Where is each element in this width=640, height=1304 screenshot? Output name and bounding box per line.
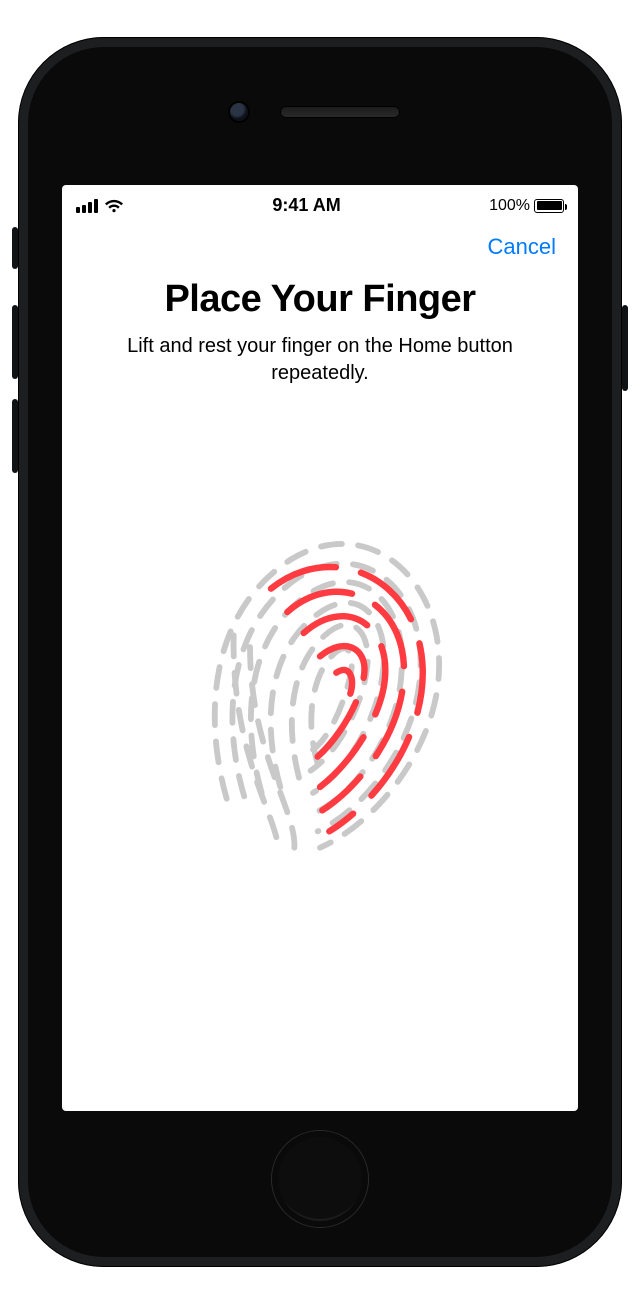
volume-up-button xyxy=(12,305,18,379)
cellular-signal-icon xyxy=(76,199,98,213)
screen: 9:41 AM 100% Cancel xyxy=(62,185,578,1111)
phone-frame: 9:41 AM 100% Cancel xyxy=(18,37,622,1267)
battery-indicator: 100% xyxy=(489,197,564,215)
fingerprint-graphic xyxy=(90,507,550,857)
page-title: Place Your Finger xyxy=(90,278,550,321)
page-subtitle: Lift and rest your finger on the Home bu… xyxy=(110,333,530,387)
wifi-icon xyxy=(104,199,124,213)
status-time: 9:41 AM xyxy=(272,195,340,216)
cancel-button[interactable]: Cancel xyxy=(484,228,560,266)
sensor-group xyxy=(28,103,612,121)
volume-down-button xyxy=(12,399,18,473)
phone-bezel: 9:41 AM 100% Cancel xyxy=(28,47,612,1257)
stage: 9:41 AM 100% Cancel xyxy=(0,0,640,1304)
mute-switch xyxy=(12,227,18,269)
home-button[interactable] xyxy=(272,1131,368,1227)
power-button xyxy=(622,305,628,391)
content: Place Your Finger Lift and rest your fin… xyxy=(62,268,578,857)
battery-label: 100% xyxy=(489,197,530,215)
status-bar: 9:41 AM 100% xyxy=(62,185,578,222)
earpiece-icon xyxy=(280,106,400,118)
fingerprint-icon xyxy=(180,507,460,857)
battery-icon xyxy=(534,199,564,213)
front-camera-icon xyxy=(230,103,248,121)
nav-bar: Cancel xyxy=(62,222,578,268)
status-left xyxy=(76,199,124,213)
status-right: 100% xyxy=(489,197,564,215)
